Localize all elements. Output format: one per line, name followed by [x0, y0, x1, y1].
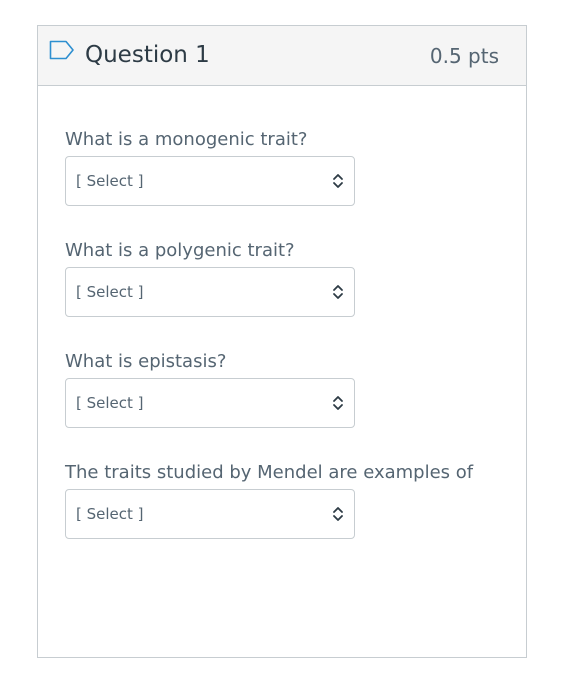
select-mendel[interactable]: [ Select ]: [65, 489, 355, 539]
question-points: 0.5 pts: [429, 44, 499, 68]
chevron-up-down-icon: [333, 396, 343, 410]
select-value: [ Select ]: [76, 394, 144, 412]
select-value: [ Select ]: [76, 172, 144, 190]
chevron-up-down-icon: [333, 174, 343, 188]
prompt-mendel: The traits studied by Mendel are example…: [65, 462, 474, 483]
question-header: Question 1 0.5 pts: [38, 26, 526, 86]
select-monogenic[interactable]: [ Select ]: [65, 156, 355, 206]
chevron-up-down-icon: [333, 285, 343, 299]
select-value: [ Select ]: [76, 505, 144, 523]
question-title: Question 1: [85, 42, 210, 68]
chevron-up-down-icon: [333, 507, 343, 521]
select-value: [ Select ]: [76, 283, 144, 301]
question-card: Question 1 0.5 pts What is a monogenic t…: [37, 25, 527, 658]
prompt-polygenic: What is a polygenic trait?: [65, 240, 295, 261]
select-polygenic[interactable]: [ Select ]: [65, 267, 355, 317]
select-epistasis[interactable]: [ Select ]: [65, 378, 355, 428]
prompt-monogenic: What is a monogenic trait?: [65, 129, 308, 150]
prompt-epistasis: What is epistasis?: [65, 351, 227, 372]
flag-icon[interactable]: [49, 40, 75, 60]
